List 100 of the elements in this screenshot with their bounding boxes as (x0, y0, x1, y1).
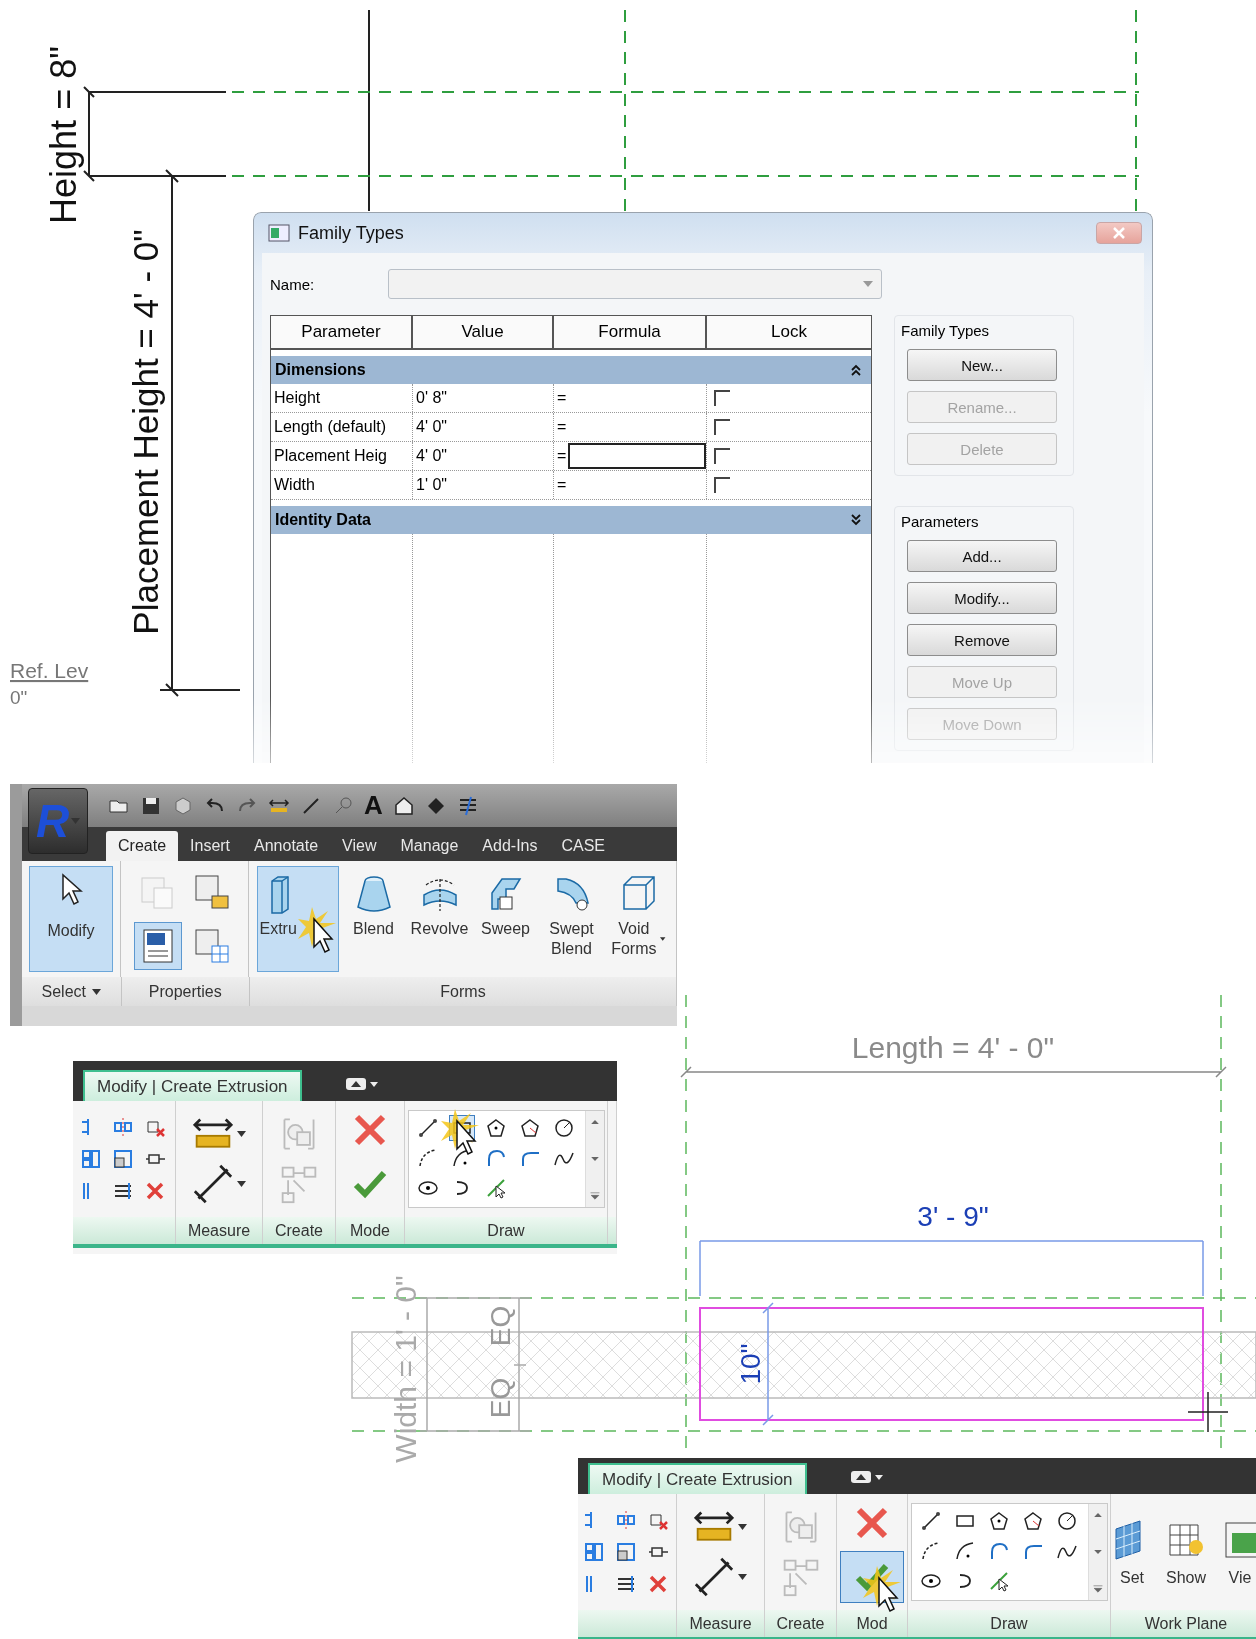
table-cell[interactable]: 4' 0" (413, 413, 554, 441)
panel-label: Mode (336, 1217, 404, 1244)
pentagon-icon (987, 1510, 1010, 1532)
pointer-icon (59, 873, 83, 907)
work-plane-button[interactable]: Show (1160, 1517, 1212, 1587)
ribbon-tab[interactable]: Insert (178, 831, 243, 861)
table-cell: Height (271, 384, 413, 412)
ribbon-tab[interactable]: CASE (549, 831, 618, 861)
panel-label: Forms (249, 977, 677, 1006)
cross-icon (855, 1506, 889, 1540)
table-cell[interactable]: 4' 0" (413, 442, 554, 470)
group-title: Parameters (901, 513, 980, 530)
delete-icon[interactable] (144, 1180, 166, 1202)
work-plane-button[interactable]: Vie (1214, 1517, 1256, 1587)
panel-label[interactable]: Select (22, 977, 122, 1006)
panel-label: Create (263, 1217, 335, 1244)
panel-label: Create (765, 1610, 836, 1637)
temporary-dimension-label[interactable]: 3' - 9" (917, 1201, 989, 1232)
expand-gallery-icon[interactable] (587, 1189, 602, 1203)
expand-gallery-icon[interactable] (1090, 1582, 1105, 1596)
trim-icon[interactable] (112, 1180, 134, 1202)
formula-sign: = (557, 476, 567, 494)
ribbon-tab[interactable]: Annotate (242, 831, 331, 861)
dialog-button[interactable]: Remove (907, 624, 1057, 656)
ribbon-tab[interactable]: Manage (388, 831, 471, 861)
properties-tool-button[interactable] (133, 922, 182, 970)
tool-button[interactable]: Revolve (408, 866, 471, 972)
line-icon (416, 1117, 439, 1139)
pentagon-icon (518, 1117, 541, 1139)
dialog-button[interactable]: Add... (907, 540, 1057, 572)
tool-button[interactable]: Extru (256, 866, 339, 972)
panel-label: Mod (837, 1610, 907, 1637)
scale-icon[interactable] (112, 1148, 134, 1170)
panel-label: Draw (908, 1610, 1110, 1637)
expand-icon (851, 514, 861, 526)
equality-label: EQ (485, 1305, 516, 1347)
category-row[interactable]: Dimensions (271, 356, 871, 384)
formula-field[interactable] (568, 443, 706, 469)
arc-icon (953, 1540, 976, 1562)
temporary-dimension-label[interactable]: 10" (735, 1343, 766, 1385)
contextual-tab[interactable]: Modify | Create Extrusion (83, 1070, 302, 1101)
offset-icon[interactable] (112, 1116, 134, 1138)
tool-button[interactable]: Void Forms (606, 866, 669, 972)
tool-button[interactable]: Swept Blend (540, 866, 603, 972)
dialog-button[interactable]: New... (907, 349, 1057, 381)
dropdown-caret-icon[interactable] (236, 1181, 246, 1187)
table-cell[interactable]: 1' 0" (413, 471, 554, 499)
close-icon (1113, 227, 1125, 239)
ribbon-tab[interactable]: Add-Ins (470, 831, 550, 861)
panel-label: Properties (121, 977, 250, 1006)
pentagon-icon (484, 1117, 507, 1139)
array-icon[interactable] (583, 1541, 605, 1563)
window-title: Family Types (298, 222, 405, 244)
dropdown-caret-icon[interactable] (738, 1524, 747, 1530)
dimension-label: Length = 4' - 0" (851, 1031, 1055, 1064)
crosshair-cursor-icon (1187, 1391, 1229, 1433)
scale-icon[interactable] (615, 1541, 637, 1563)
dropdown-caret-icon[interactable] (660, 936, 666, 942)
column-header[interactable]: Parameter (271, 316, 413, 348)
trim-icon[interactable] (615, 1573, 637, 1595)
window-icon (268, 224, 290, 242)
offset-icon[interactable] (615, 1509, 637, 1531)
dialog-button[interactable]: Modify... (907, 582, 1057, 614)
contextual-tab[interactable]: Modify | Create Extrusion (588, 1463, 807, 1494)
tool-button[interactable]: Blend (342, 866, 405, 972)
text-tool-button[interactable]: A (364, 790, 383, 821)
panel-label: Work Plane (1111, 1610, 1256, 1637)
delete-icon[interactable] (647, 1573, 669, 1595)
level-elevation: 0" (10, 687, 28, 708)
table-cell[interactable]: 0' 8" (413, 384, 554, 412)
line-icon (919, 1510, 942, 1532)
dropdown-caret-icon[interactable] (738, 1574, 747, 1580)
minimize-ribbon-icon[interactable] (345, 1077, 378, 1091)
formula-sign: = (557, 418, 567, 436)
minimize-ribbon-icon[interactable] (850, 1470, 883, 1484)
ribbon-tab[interactable]: Create (106, 831, 179, 861)
table-cell: Width (271, 471, 413, 499)
ribbon-tab[interactable]: View (330, 831, 389, 861)
collapse-icon (851, 364, 861, 376)
column-header[interactable]: Value (413, 316, 554, 348)
column-header[interactable]: Formula (554, 316, 707, 348)
equality-label: EQ (485, 1377, 516, 1419)
dropdown-arrow-icon (863, 281, 873, 287)
aligned-dimension-icon[interactable] (192, 1164, 233, 1204)
check-icon (353, 1169, 387, 1199)
category-row[interactable]: Identity Data (271, 506, 871, 534)
tool-button[interactable]: Modify (29, 866, 113, 972)
array-icon[interactable] (80, 1148, 102, 1170)
formula-sign: = (557, 389, 567, 407)
column-header[interactable]: Lock (707, 316, 871, 348)
tool-button[interactable]: Sweep (474, 866, 537, 972)
dropdown-caret-icon[interactable] (92, 988, 101, 995)
panel-label-background (608, 1217, 616, 1244)
pentagon-icon (1021, 1510, 1044, 1532)
dropdown-caret-icon[interactable] (236, 1131, 246, 1137)
level-label: Ref. Lev (10, 659, 89, 682)
aligned-dimension-icon[interactable] (694, 1557, 734, 1597)
circle-icon (1055, 1510, 1078, 1532)
house-icon[interactable] (392, 794, 415, 817)
work-plane-button[interactable]: Set (1106, 1517, 1158, 1587)
